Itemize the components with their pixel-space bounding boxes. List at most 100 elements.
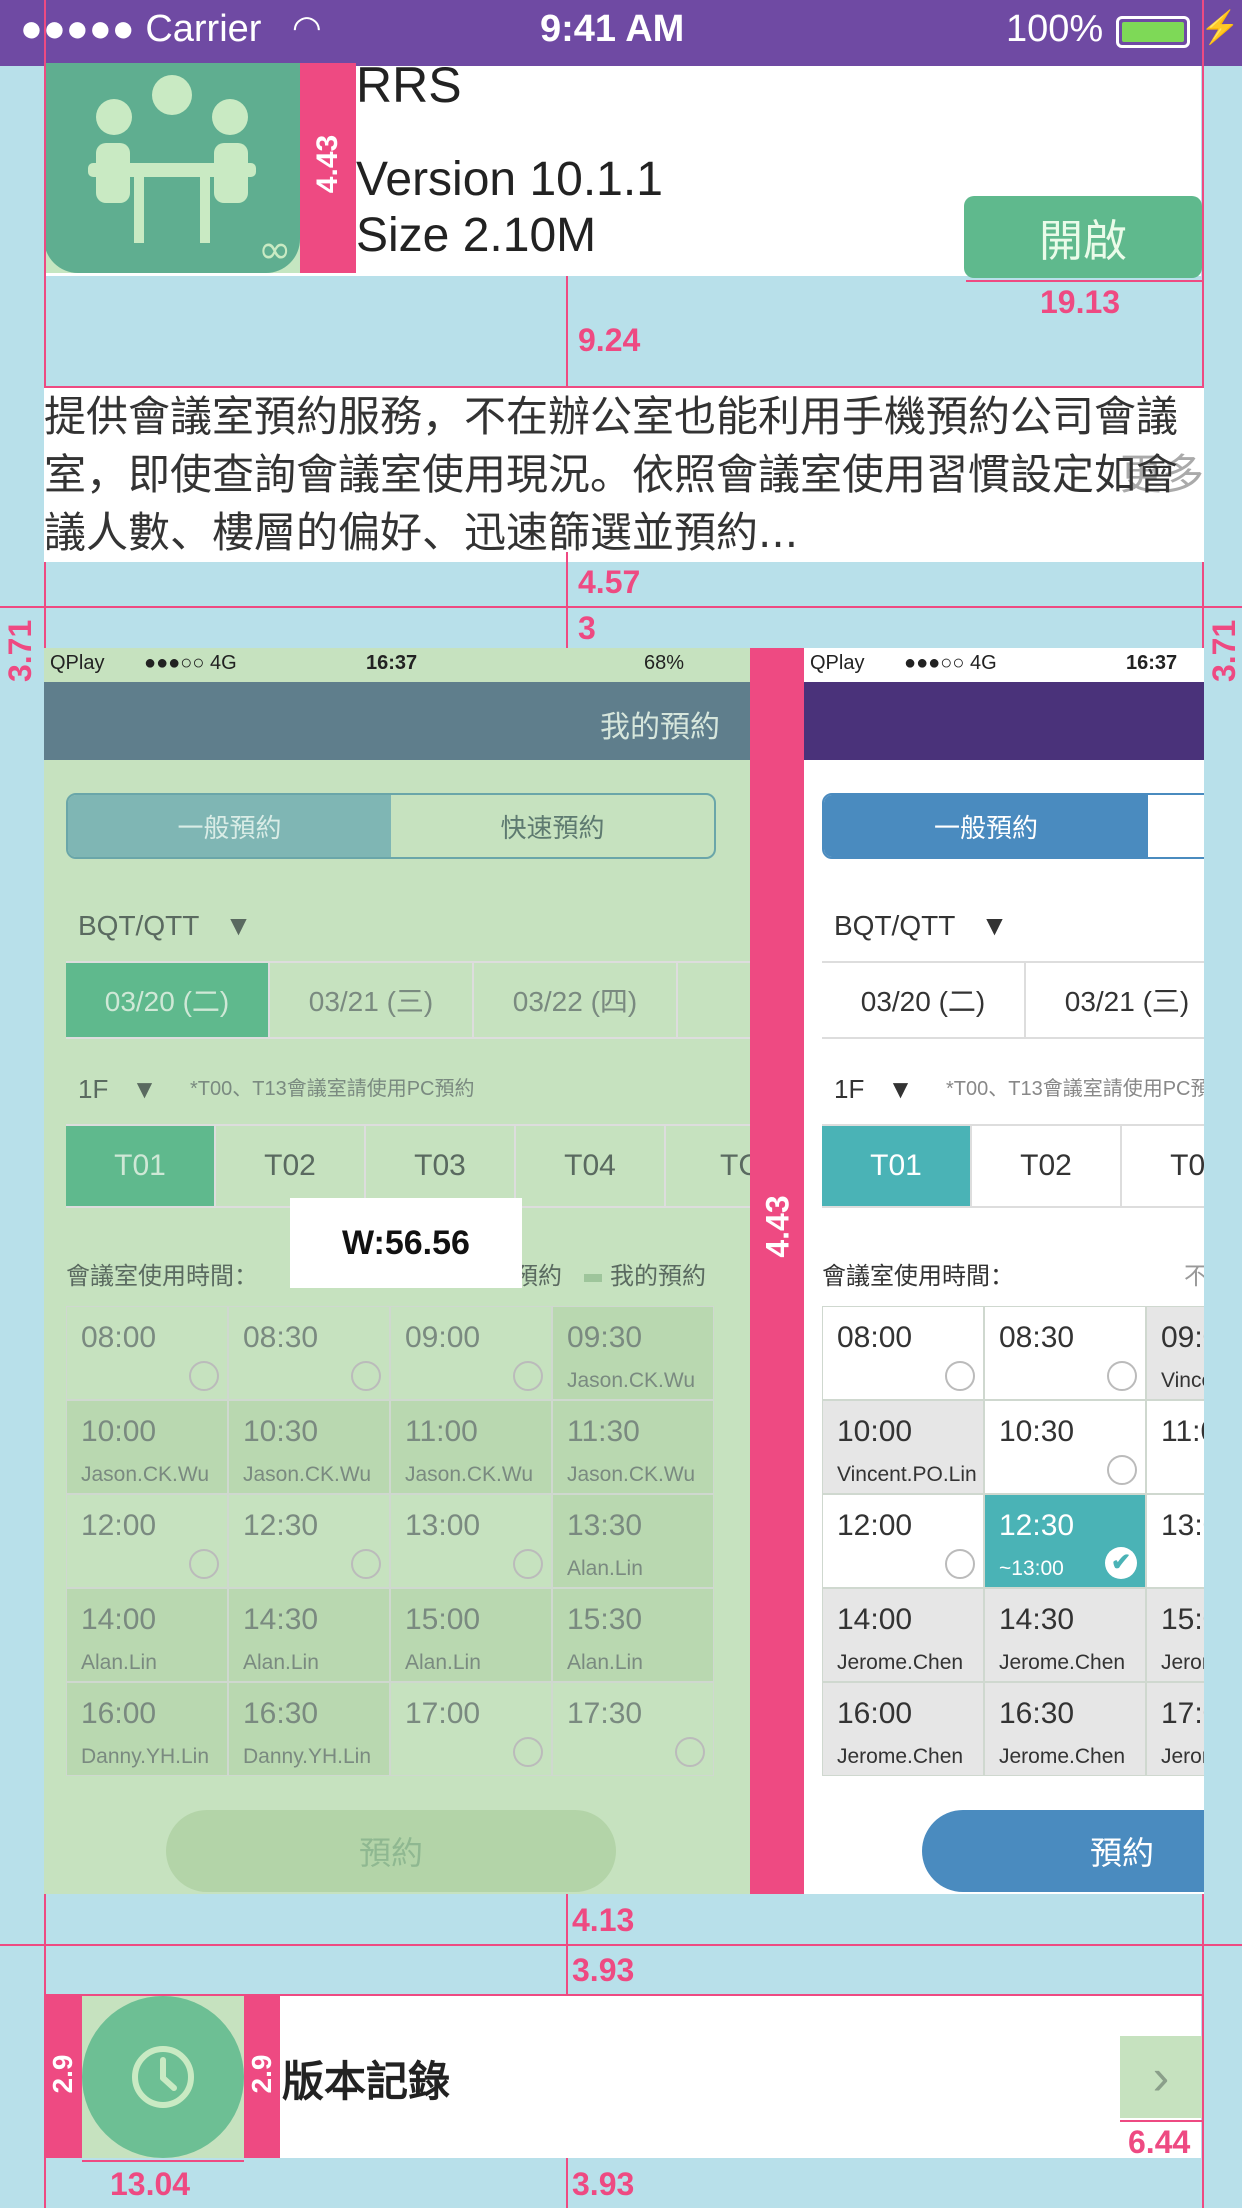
chevron-right-icon[interactable]: ›: [1120, 2036, 1202, 2118]
open-button[interactable]: 開啟: [964, 196, 1202, 278]
carrier-label: ●●●●● Carrier: [20, 8, 262, 50]
time-slot[interactable]: 08:00: [66, 1306, 228, 1400]
time-slot[interactable]: 08:30: [984, 1306, 1146, 1400]
time-slot[interactable]: 13:30 Alan.Lin: [552, 1494, 714, 1588]
slot-time: 17:00: [1161, 1697, 1204, 1730]
chevron-down-icon: ▼: [887, 1074, 914, 1104]
floor-select[interactable]: 1F ▼: [834, 1074, 913, 1105]
time-slot[interactable]: 17:00: [390, 1682, 552, 1776]
time-slot[interactable]: 10:30 Jason.CK.Wu: [228, 1400, 390, 1494]
tab-quick[interactable]: 快速預約: [391, 795, 714, 857]
clock: 9:41 AM: [540, 8, 685, 50]
time-slot[interactable]: 13:00: [1146, 1494, 1204, 1588]
dimension-label: 2.9: [246, 2054, 277, 2094]
tab-quick[interactable]: [1148, 795, 1204, 857]
slot-owner: Jerome.Chen: [837, 1745, 964, 1768]
dimension-label: 19.13: [1040, 284, 1121, 320]
slot-owner: Jason.CK.Wu: [567, 1463, 695, 1486]
time-slot[interactable]: 15:00 Alan.Lin: [390, 1588, 552, 1682]
time-slot[interactable]: 09:00: [390, 1306, 552, 1400]
slot-time: 16:30: [243, 1697, 319, 1730]
check-icon: ✔: [1105, 1547, 1137, 1579]
time-slot[interactable]: 16:00 Jerome.Chen: [822, 1682, 984, 1776]
clock-icon: [82, 1996, 244, 2158]
usage-label: 會議室使用時間：: [822, 1263, 1014, 1290]
time-slot[interactable]: 12:30: [228, 1494, 390, 1588]
slot-owner: Danny.YH.Lin: [81, 1745, 210, 1768]
room-item[interactable]: T01: [66, 1126, 216, 1206]
time-slot[interactable]: 14:30 Jerome.Chen: [984, 1588, 1146, 1682]
time-slot[interactable]: 17:00 Jerome.: [1146, 1682, 1204, 1776]
time-slot[interactable]: 10:00 Vincent.PO.Lin: [822, 1400, 984, 1494]
time-slot[interactable]: 10:00 Jason.CK.Wu: [66, 1400, 228, 1494]
guide-line: [44, 386, 1204, 388]
floor-select[interactable]: 1F ▼: [78, 1074, 157, 1105]
usage-label: 會議室使用時間：: [66, 1263, 258, 1290]
room-item[interactable]: T03: [1122, 1126, 1204, 1206]
time-slot[interactable]: 14:30 Alan.Lin: [228, 1588, 390, 1682]
dimension-bar: 2.9: [44, 1996, 82, 2158]
book-button[interactable]: 預約: [922, 1810, 1204, 1892]
tab-general[interactable]: 一般預約: [824, 795, 1148, 857]
time-slot[interactable]: 12:30 ~13:00 ✔: [984, 1494, 1146, 1588]
slot-time: 13:00: [1161, 1509, 1204, 1542]
time-slot[interactable]: 15:00 Jerome.: [1146, 1588, 1204, 1682]
time-slot[interactable]: 13:00: [390, 1494, 552, 1588]
time-slot[interactable]: 12:00: [822, 1494, 984, 1588]
slot-time: 08:00: [81, 1321, 157, 1354]
guide-line: [0, 606, 1242, 608]
time-slot[interactable]: 09:30 Jason.CK.Wu: [552, 1306, 714, 1400]
time-slot[interactable]: 08:00: [822, 1306, 984, 1400]
time-slot[interactable]: 08:30: [228, 1306, 390, 1400]
time-slot[interactable]: 15:30 Alan.Lin: [552, 1588, 714, 1682]
date-item[interactable]: 03/21 (三): [1026, 963, 1204, 1037]
network-label: ●●●○○ 4G: [904, 652, 997, 674]
time-slot[interactable]: 14:00 Alan.Lin: [66, 1588, 228, 1682]
room-item[interactable]: T04: [516, 1126, 666, 1206]
date-item[interactable]: 03: [678, 963, 750, 1037]
date-item[interactable]: 03/20 (二): [822, 963, 1026, 1037]
tab-general[interactable]: 一般預約: [68, 795, 391, 857]
room-item[interactable]: T03: [366, 1126, 516, 1206]
time-slot[interactable]: 17:30: [552, 1682, 714, 1776]
slot-owner: Alan.Lin: [567, 1651, 643, 1674]
time-slot[interactable]: 16:00 Danny.YH.Lin: [66, 1682, 228, 1776]
select-circle-icon: [189, 1361, 219, 1391]
room-item[interactable]: T02: [972, 1126, 1122, 1206]
chevron-down-icon: ▼: [980, 910, 1009, 941]
dimension-line: [966, 280, 1202, 282]
time-slot[interactable]: 16:30 Danny.YH.Lin: [228, 1682, 390, 1776]
slot-owner: Jason.CK.Wu: [567, 1369, 695, 1392]
time-slot[interactable]: 12:00: [66, 1494, 228, 1588]
slot-time: 15:00: [1161, 1603, 1204, 1636]
guide-line: [0, 1944, 1242, 1946]
dimension-label: 4.43: [759, 1195, 796, 1258]
time-slot[interactable]: 09:00 Vincent.: [1146, 1306, 1204, 1400]
time-slot[interactable]: 14:00 Jerome.Chen: [822, 1588, 984, 1682]
site-select[interactable]: BQT/QTT ▼: [78, 910, 252, 942]
room-item[interactable]: T02: [216, 1126, 366, 1206]
time-slot[interactable]: 11:00: [1146, 1400, 1204, 1494]
nav-bar: 我的預約: [44, 682, 750, 760]
time-slot[interactable]: 16:30 Jerome.Chen: [984, 1682, 1146, 1776]
description-text: 提供會議室預約服務，不在辦公室也能利用手機預約公司會議室，即使查詢會議室使用現況…: [44, 392, 1179, 557]
svg-text:∞: ∞: [258, 227, 291, 273]
date-item[interactable]: 03/22 (四): [474, 963, 678, 1037]
room-item[interactable]: TC: [666, 1126, 750, 1206]
book-button[interactable]: 預約: [166, 1810, 616, 1892]
dimension-bar: 2.9: [244, 1996, 280, 2158]
time-slot[interactable]: 11:00 Jason.CK.Wu: [390, 1400, 552, 1494]
dimension-line: [1120, 2120, 1202, 2122]
slot-owner: Alan.Lin: [81, 1651, 157, 1674]
date-item[interactable]: 03/20 (二): [66, 963, 270, 1037]
dimension-label: 3: [578, 610, 596, 646]
room-item[interactable]: T01: [822, 1126, 972, 1206]
time-slot[interactable]: 11:30 Jason.CK.Wu: [552, 1400, 714, 1494]
site-select[interactable]: BQT/QTT ▼: [834, 910, 1008, 942]
date-item[interactable]: 03/21 (三): [270, 963, 474, 1037]
floor-label: 1F: [78, 1074, 109, 1104]
time-slot[interactable]: 10:30: [984, 1400, 1146, 1494]
slot-time: 14:30: [999, 1603, 1075, 1636]
dimension-label: 2.9: [47, 2054, 78, 2094]
mini-clock: 16:37: [366, 652, 418, 674]
